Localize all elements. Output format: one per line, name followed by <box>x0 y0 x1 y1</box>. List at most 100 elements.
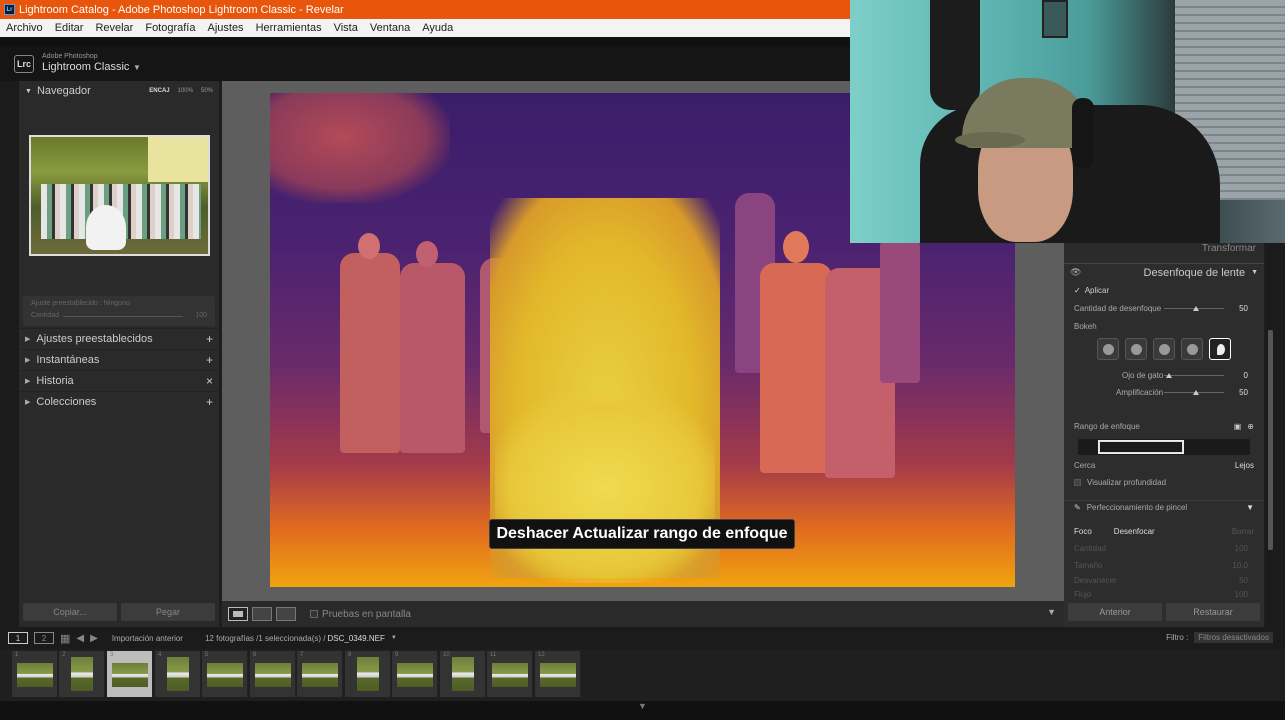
chevron-down-icon[interactable]: ▼ <box>391 635 397 641</box>
filmstrip-thumb[interactable]: 6 <box>250 651 296 697</box>
menu-revelar[interactable]: Revelar <box>89 22 139 34</box>
right-buttons: Anterior Restaurar <box>1064 603 1264 625</box>
eye-icon[interactable]: 👁 <box>1070 267 1081 278</box>
add-icon[interactable]: + <box>206 395 213 409</box>
paste-button[interactable]: Pegar <box>121 603 215 621</box>
bokeh-label: Bokeh <box>1074 321 1097 331</box>
erase-brush-button[interactable]: Borrar <box>1232 527 1254 536</box>
reset-button[interactable]: Restaurar <box>1166 603 1260 621</box>
chevron-down-icon[interactable]: ▼ <box>133 63 141 72</box>
menu-vista[interactable]: Vista <box>328 22 364 34</box>
section-snapshots[interactable]: ▶ Instantáneas + <box>19 349 219 369</box>
menu-archivo[interactable]: Archivo <box>0 22 49 34</box>
slider-knob[interactable] <box>1166 373 1172 378</box>
product-name: Lightroom Classic <box>42 61 130 73</box>
add-icon[interactable]: + <box>206 332 213 346</box>
thumb-image <box>357 657 379 691</box>
amplification-value[interactable]: 50 <box>1239 388 1248 397</box>
zoom-50[interactable]: 50% <box>201 88 213 94</box>
filter-select[interactable]: Filtros desactivados <box>1194 632 1273 643</box>
brush-refine-row[interactable]: ✎ Perfeccionamiento de pincel ▼ <box>1064 500 1264 514</box>
filmstrip-thumb-selected[interactable]: 3 <box>107 651 153 697</box>
subject-focus-icon[interactable]: ▣ <box>1234 422 1242 431</box>
blur-brush-button[interactable]: Desenfocar <box>1114 527 1155 536</box>
cat-eye-value[interactable]: 0 <box>1244 371 1248 380</box>
back-arrow-icon[interactable]: ◀ <box>76 633 84 644</box>
grid-icon[interactable]: ▦ <box>60 632 70 645</box>
blur-amount-value[interactable]: 50 <box>1239 304 1248 313</box>
slider-knob[interactable] <box>1193 390 1199 395</box>
menu-editar[interactable]: Editar <box>49 22 90 34</box>
visualize-depth-row[interactable]: Visualizar profundidad <box>1064 475 1264 489</box>
navigator-header[interactable]: ▼ Navegador ENCAJ 100% 50% <box>19 81 219 101</box>
clear-icon[interactable]: × <box>206 374 213 388</box>
filmstrip-thumb[interactable]: 1 <box>12 651 58 697</box>
left-panel-toggle[interactable] <box>0 81 19 627</box>
adobe-label: Adobe Photoshop <box>42 53 98 60</box>
navigator-preview[interactable] <box>29 135 210 256</box>
before-after-icon[interactable] <box>252 607 272 621</box>
thumb-number: 7 <box>300 652 304 658</box>
focus-brush-button[interactable]: Foco <box>1074 527 1092 536</box>
menu-herramientas[interactable]: Herramientas <box>250 22 328 34</box>
section-history[interactable]: ▶ Historia × <box>19 370 219 390</box>
bokeh-ring-icon[interactable] <box>1181 338 1203 360</box>
bokeh-blade-icon[interactable] <box>1153 338 1175 360</box>
thumb-number: 3 <box>110 652 114 658</box>
thumb-image <box>255 663 291 687</box>
focus-range-bar[interactable] <box>1078 439 1250 455</box>
transform-section-cutoff[interactable]: Transformar <box>1064 243 1264 257</box>
filmstrip-thumb[interactable]: 10 <box>440 651 486 697</box>
target-focus-icon[interactable]: ⊕ <box>1247 422 1254 431</box>
lens-blur-header[interactable]: 👁 Desenfoque de lente ▼ <box>1064 263 1264 281</box>
source-label[interactable]: Importación anterior <box>112 634 183 643</box>
filmstrip-thumb[interactable]: 2 <box>59 651 105 697</box>
chevron-down-icon[interactable]: ▼ <box>1246 503 1254 512</box>
slider-knob[interactable] <box>1193 306 1199 311</box>
filmstrip-thumb[interactable]: 4 <box>155 651 201 697</box>
monitor-2-icon[interactable]: 2 <box>34 632 54 644</box>
apply-row[interactable]: ✓ Aplicar <box>1064 283 1264 297</box>
visualize-depth-checkbox[interactable] <box>1074 478 1081 486</box>
file-name[interactable]: DSC_0349.NEF <box>327 634 384 643</box>
focus-range-row: Rango de enfoque ▣ ⊕ <box>1064 419 1264 433</box>
filmstrip-thumb[interactable]: 11 <box>487 651 533 697</box>
menu-ayuda[interactable]: Ayuda <box>416 22 459 34</box>
bottom-panel-toggle[interactable]: ▼ <box>0 701 1285 720</box>
amplification-label: Amplificación <box>1116 387 1164 397</box>
cat-eye-slider[interactable] <box>1164 375 1224 376</box>
copy-button[interactable]: Copiar... <box>23 603 117 621</box>
before-after-split-icon[interactable] <box>276 607 296 621</box>
near-far-row: Cerca Lejos <box>1064 458 1264 472</box>
filmstrip-thumb[interactable]: 9 <box>392 651 438 697</box>
preset-amount-slider[interactable] <box>63 316 183 317</box>
menu-ajustes[interactable]: Ajustes <box>201 22 249 34</box>
bokeh-cat-eye-icon[interactable] <box>1209 338 1231 360</box>
loupe-view-icon[interactable] <box>228 607 248 621</box>
forward-arrow-icon[interactable]: ▶ <box>90 633 98 644</box>
zoom-100[interactable]: 100% <box>178 88 193 94</box>
checkmark-icon[interactable]: ✓ <box>1074 286 1081 295</box>
previous-button[interactable]: Anterior <box>1068 603 1162 621</box>
bokeh-circle-icon[interactable] <box>1097 338 1119 360</box>
section-presets[interactable]: ▶ Ajustes preestablecidos + <box>19 328 219 348</box>
thumb-image <box>397 663 433 687</box>
develop-toolbar: Pruebas en pantalla ▼ <box>222 601 1064 627</box>
zoom-fit[interactable]: ENCAJ <box>149 88 169 94</box>
focus-range-selection[interactable] <box>1098 440 1184 454</box>
add-icon[interactable]: + <box>206 353 213 367</box>
filmstrip-thumb[interactable]: 5 <box>202 651 248 697</box>
soft-proof-checkbox[interactable] <box>310 610 318 618</box>
focus-range-label: Rango de enfoque <box>1074 421 1140 431</box>
filmstrip-bar: 1 2 ▦ ◀ ▶ Importación anterior 12 fotogr… <box>0 627 1285 649</box>
section-collections[interactable]: ▶ Colecciones + <box>19 391 219 411</box>
filmstrip-thumb[interactable]: 7 <box>297 651 343 697</box>
filmstrip-thumb[interactable]: 12 <box>535 651 581 697</box>
toolbar-menu-icon[interactable]: ▼ <box>1047 607 1056 617</box>
bokeh-bubble-icon[interactable] <box>1125 338 1147 360</box>
monitor-1-icon[interactable]: 1 <box>8 632 28 644</box>
menu-ventana[interactable]: Ventana <box>364 22 416 34</box>
right-panel-scrollbar[interactable] <box>1268 330 1273 550</box>
filmstrip-thumb[interactable]: 8 <box>345 651 391 697</box>
menu-fotografia[interactable]: Fotografía <box>139 22 201 34</box>
